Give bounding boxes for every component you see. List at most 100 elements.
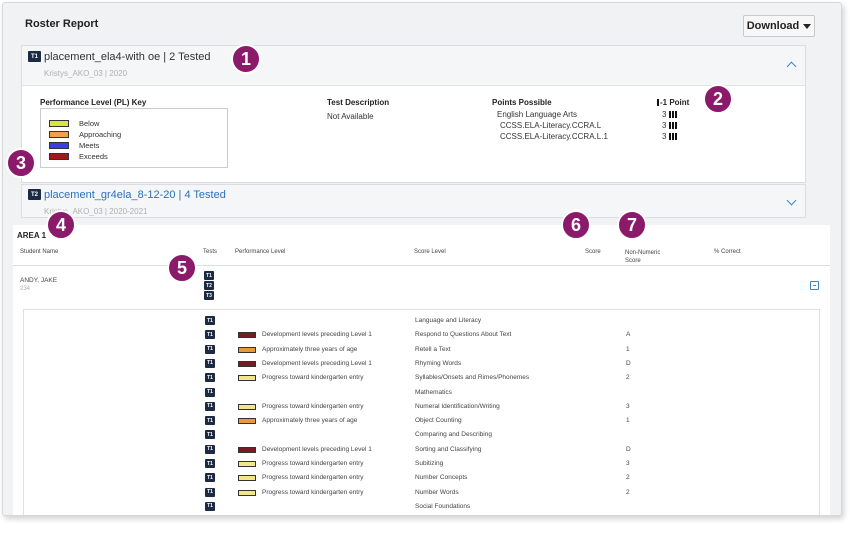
- performance-level-text: Progress toward kindergarten entry: [262, 460, 364, 467]
- non-numeric-score: 2: [626, 474, 630, 482]
- performance-level-swatch: [238, 346, 256, 353]
- score-row: T1 Mathematics: [24, 386, 819, 400]
- score-row: T1 Language and Literacy: [24, 314, 819, 328]
- point-legend-label: -1 Point: [660, 98, 690, 107]
- non-numeric-score: 1: [626, 345, 630, 353]
- row-test-badge: T1: [205, 316, 215, 325]
- test-description-value: Not Available: [327, 112, 374, 121]
- row-test-badge: T1: [205, 387, 215, 397]
- pl-key-row: Approaching: [49, 129, 121, 139]
- pl-swatch-approaching: [49, 130, 69, 138]
- score-row: T1 Development levels preceding Level 1 Re…: [24, 328, 819, 342]
- score-row: T1: [24, 514, 819, 515]
- row-test-badge: T1: [205, 330, 215, 340]
- performance-level-text: Approximately three years of age: [262, 345, 358, 353]
- header-divider: [13, 265, 830, 266]
- callout-badge: 2: [703, 84, 733, 114]
- non-numeric-score: 1: [626, 417, 630, 425]
- performance-level-swatch: [238, 418, 256, 425]
- download-button[interactable]: Download: [743, 15, 815, 37]
- score-level-text: Subitizing: [415, 460, 444, 467]
- row-test-badge: T1: [205, 401, 215, 411]
- non-numeric-score: 3: [626, 460, 630, 467]
- non-numeric-score: D: [626, 359, 631, 367]
- row-test-badge: T1: [205, 358, 215, 368]
- pl-label: Below: [79, 118, 100, 128]
- score-row: T1 Approximately three years of age Object…: [24, 414, 819, 428]
- test-card-1-header[interactable]: T1 placement_ela4-with oe | 2 Tested Kri…: [22, 46, 805, 86]
- non-numeric-score: A: [626, 331, 631, 339]
- test-card-1-title: placement_ela4-with oe | 2 Tested: [44, 51, 211, 63]
- score-level-text: Social Foundations: [415, 502, 471, 510]
- student-test-badge: T3: [204, 291, 214, 300]
- pl-label: Meets: [79, 140, 100, 150]
- pl-swatch-exceeds: [49, 152, 69, 160]
- performance-level-swatch: [238, 360, 256, 367]
- col-header-tests: Tests: [203, 249, 218, 255]
- performance-level-swatch: [238, 446, 256, 453]
- callout-badge: 5: [167, 253, 197, 283]
- score-level-text: Retell a Text: [415, 345, 451, 353]
- non-numeric-score: 2: [626, 488, 630, 496]
- callout-badge: 6: [561, 210, 591, 240]
- col-header-student-name: Student Name: [20, 249, 59, 255]
- collapse-row-icon[interactable]: [810, 281, 819, 290]
- student-test-badge: T2: [204, 281, 214, 290]
- pl-key-row: Below: [49, 118, 99, 128]
- col-header-percent-correct: % Correct: [714, 249, 741, 255]
- row-test-badge: T1: [205, 473, 215, 483]
- test-card-2-title[interactable]: placement_gr4ela_8-12-20 | 4 Tested: [44, 189, 226, 201]
- callout-badge: 4: [46, 210, 76, 240]
- points-row-value: 3: [662, 132, 678, 141]
- row-test-badge: T1: [205, 344, 215, 354]
- test-card-2[interactable]: T2 placement_gr4ela_8-12-20 | 4 Tested K…: [21, 184, 806, 218]
- performance-level-swatch: [238, 461, 256, 467]
- callout-badge: 3: [6, 148, 36, 178]
- points-bars-icon: [669, 121, 678, 130]
- score-row: T1 Comparing and Describing: [24, 428, 819, 442]
- student-id: 234: [20, 286, 31, 292]
- score-level-text: Object Counting: [415, 417, 462, 425]
- score-level-text: Mathematics: [415, 388, 452, 396]
- student-name[interactable]: ANDY, JAKE: [20, 277, 57, 284]
- non-numeric-score: D: [626, 445, 631, 453]
- performance-level-text: Approximately three years of age: [262, 417, 358, 425]
- score-level-text: Language and Literacy: [415, 317, 482, 324]
- points-row-label: CCSS.ELA-Literacy.CCRA.L.1: [500, 132, 608, 141]
- score-level-text: Numeral Identification/Writing: [415, 402, 500, 410]
- row-test-badge: T1: [205, 373, 215, 383]
- points-row-value: 3: [662, 110, 678, 119]
- row-test-badge: T1: [205, 416, 215, 426]
- score-level-text: Syllables/Onsets and Rimes/Phonemes: [415, 374, 530, 382]
- download-label: Download: [746, 20, 800, 32]
- score-row: T1 Progress toward kindergarten entry Numb…: [24, 471, 819, 485]
- pl-swatch-meets: [49, 141, 69, 149]
- callout-badge: 1: [231, 44, 261, 74]
- pl-key-row: Meets: [49, 140, 99, 150]
- expand-chevron-icon[interactable]: [786, 195, 797, 206]
- pl-swatch-below: [49, 119, 69, 127]
- roster-report-screenshot: Roster Report Download T1 placement_ela4…: [0, 0, 850, 537]
- col-header-score: Score: [585, 249, 601, 255]
- score-row: T1 Development levels preceding Level 1 Rh…: [24, 357, 819, 371]
- col-header-score-level: Score Level: [414, 249, 446, 255]
- score-row: T1 Progress toward kindergarten entry Syll…: [24, 371, 819, 385]
- performance-level-swatch: [238, 475, 256, 482]
- row-test-badge: T1: [205, 501, 215, 511]
- performance-level-swatch: [238, 375, 256, 382]
- score-level-text: Number Concepts: [415, 474, 468, 482]
- points-row-label: English Language Arts: [497, 110, 578, 119]
- area-label: AREA 1: [17, 231, 47, 240]
- points-possible-heading: Points Possible: [492, 98, 552, 107]
- pl-label: Approaching: [79, 129, 122, 139]
- performance-level-swatch: [238, 332, 256, 339]
- test-badge: T2: [28, 189, 41, 200]
- score-row: T1 Progress toward kindergarten entry Nume…: [24, 400, 819, 414]
- score-level-text: Respond to Questions About Text: [415, 331, 512, 339]
- callout-badge: 7: [617, 210, 647, 240]
- col-header-performance-level: Performance Level: [235, 249, 286, 255]
- points-bars-icon: [669, 132, 678, 141]
- performance-level-text: Progress toward kindergarten entry: [262, 474, 364, 482]
- collapse-chevron-icon[interactable]: [786, 61, 797, 72]
- page-title: Roster Report: [25, 18, 99, 30]
